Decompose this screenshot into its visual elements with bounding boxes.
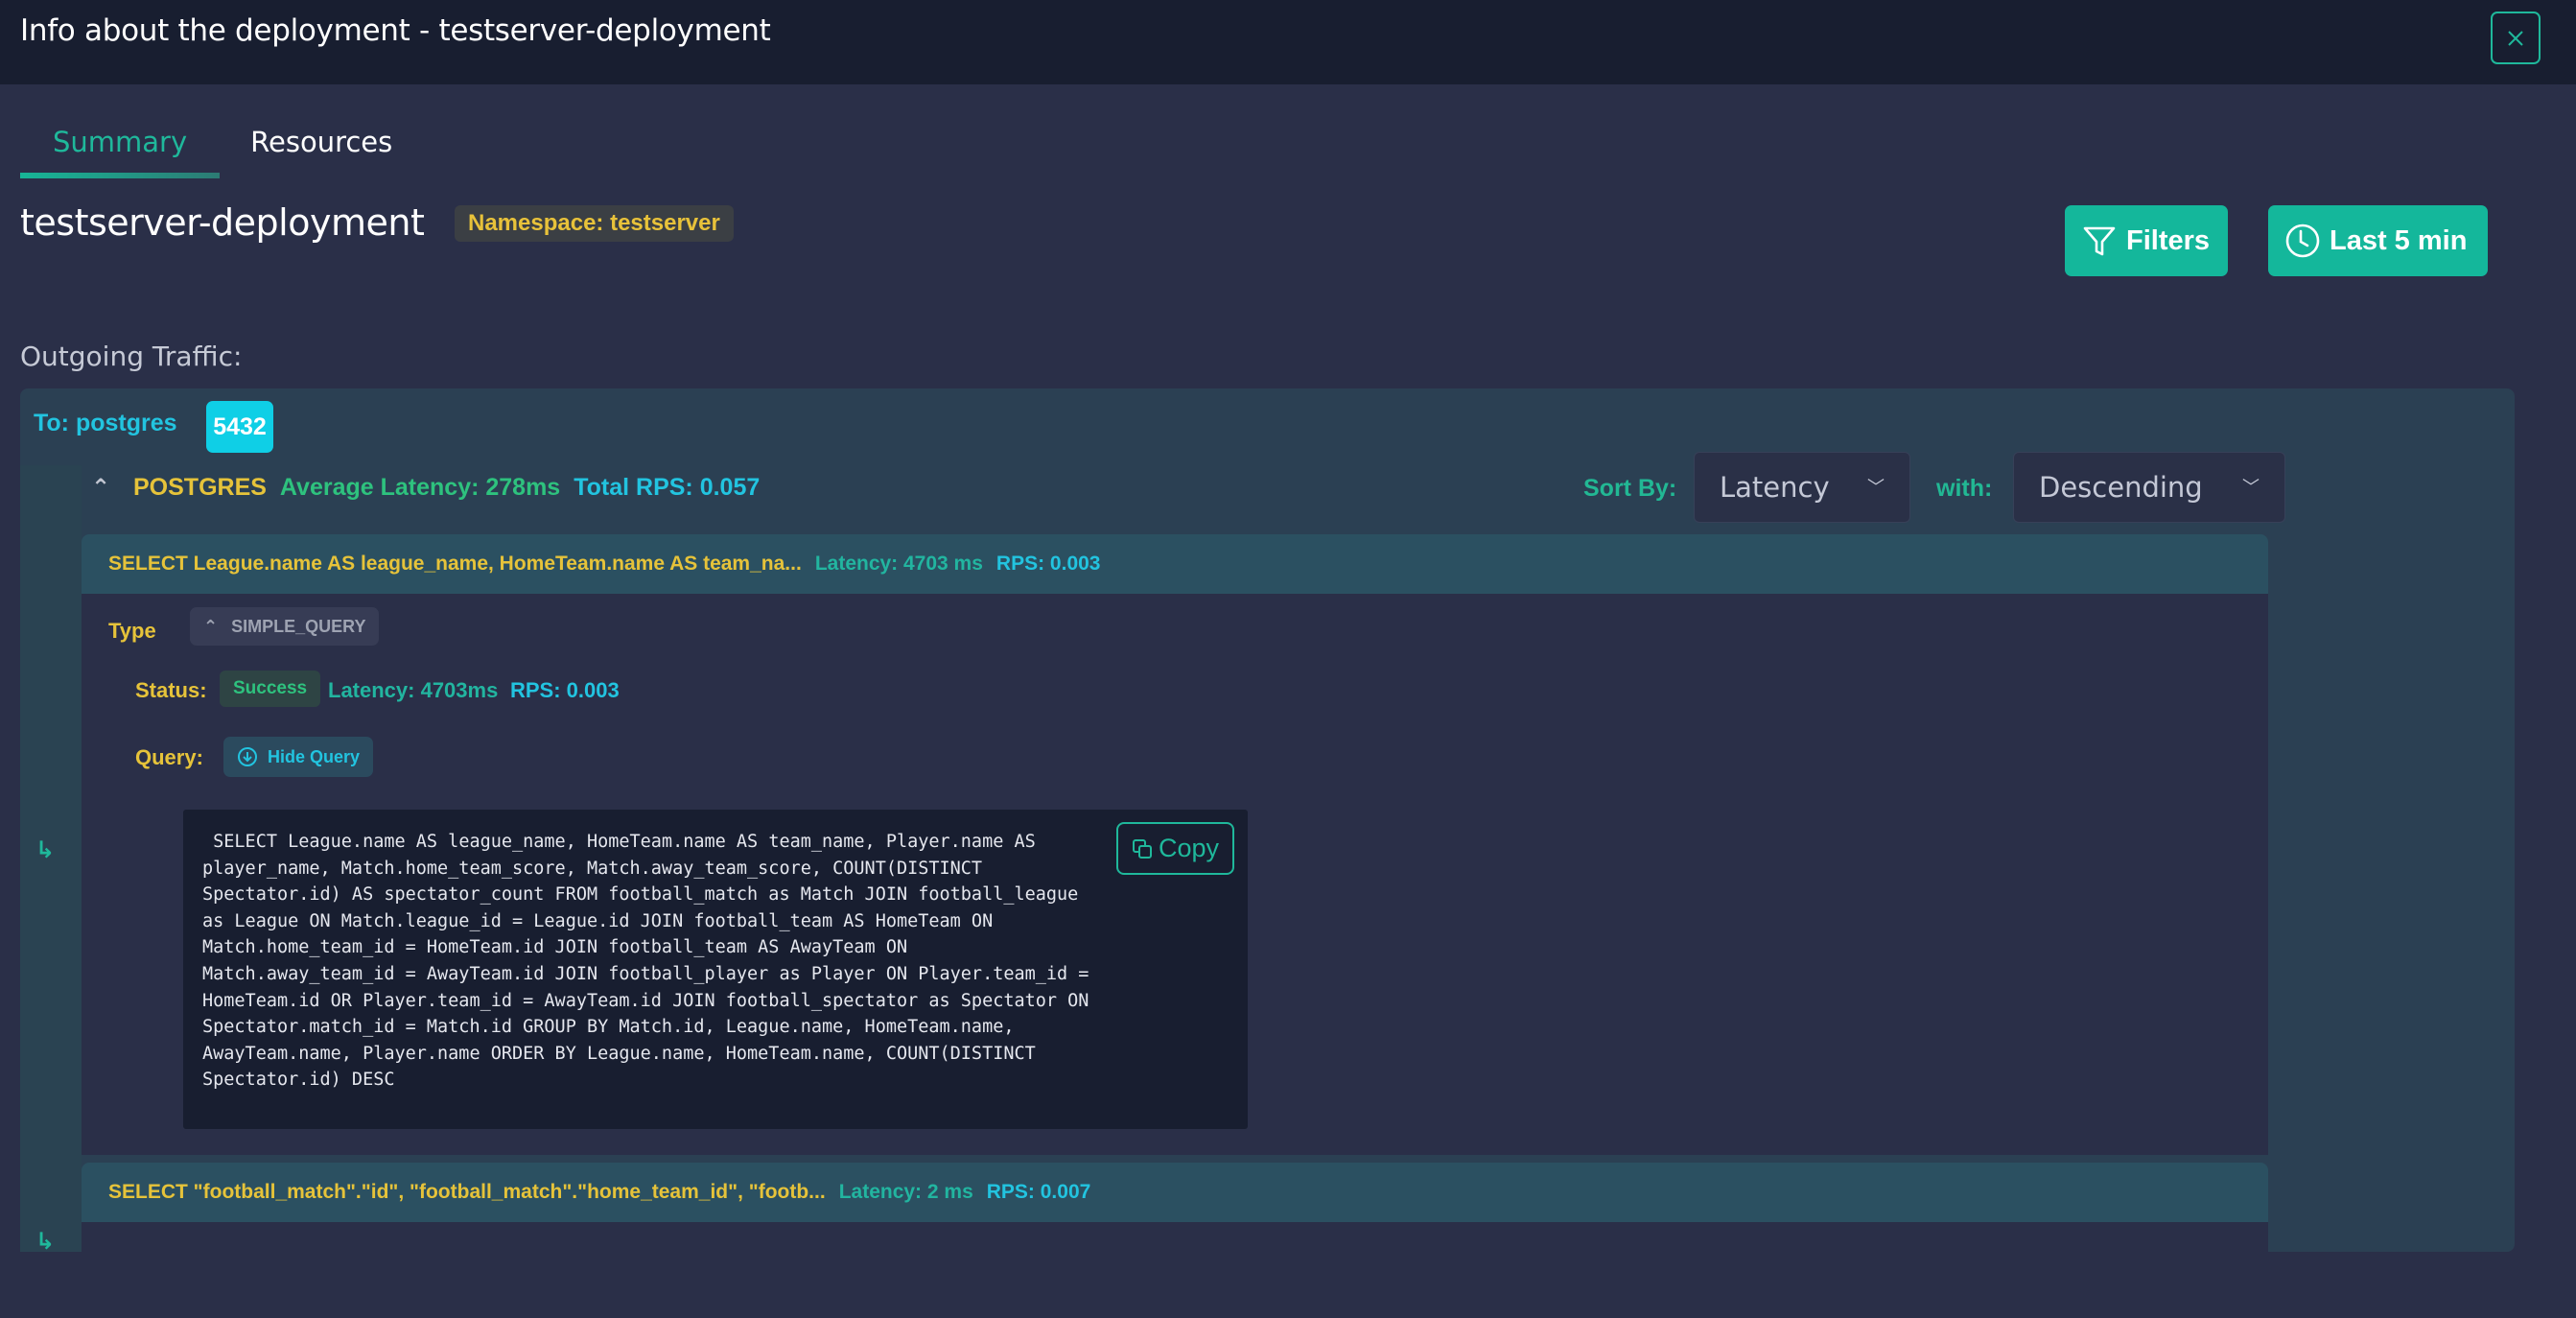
query-item: SELECT "football_match"."id", "football_… xyxy=(82,1163,2268,1318)
outgoing-traffic-heading: Outgoing Traffic: xyxy=(20,341,243,372)
subdirectory-arrow-icon: ↳ xyxy=(35,1229,56,1255)
close-button[interactable] xyxy=(2491,12,2541,64)
query-header[interactable]: SELECT "football_match"."id", "football_… xyxy=(82,1163,2268,1222)
detail-latency: Latency: 4703ms xyxy=(328,678,499,702)
tab-summary[interactable]: Summary xyxy=(20,113,221,178)
query-code-block: SELECT League.name AS league_name, HomeT… xyxy=(183,810,1248,1129)
query-preview: SELECT League.name AS league_name, HomeT… xyxy=(108,553,802,575)
filter-icon xyxy=(2083,226,2116,256)
type-label: Type xyxy=(108,619,156,643)
status-badge: Success xyxy=(220,671,321,707)
order-value: Descending xyxy=(2039,471,2203,504)
query-sql-text: SELECT League.name AS league_name, HomeT… xyxy=(202,832,1089,1091)
filters-label: Filters xyxy=(2126,224,2211,256)
hide-query-label: Hide Query xyxy=(268,746,361,766)
detail-rps: RPS: 0.003 xyxy=(510,678,620,702)
query-label: Query: xyxy=(135,745,203,769)
chevron-down-icon: ﹀ xyxy=(2242,478,2260,498)
tab-bar: Summary Resources xyxy=(20,113,425,178)
type-badge[interactable]: ⌃ SIMPLE_QUERY xyxy=(190,607,380,646)
chevron-up-icon[interactable]: ⌃ xyxy=(82,474,120,502)
copy-icon xyxy=(1132,838,1152,859)
copy-label: Copy xyxy=(1158,834,1220,862)
sort-by-value: Latency xyxy=(1720,471,1830,504)
average-latency: Average Latency: 278ms xyxy=(279,473,561,501)
protocol-row: ⌃ POSTGRES Average Latency: 278ms Total … xyxy=(82,463,760,511)
clock-icon xyxy=(2285,224,2320,258)
query-latency: Latency: 2 ms xyxy=(838,1181,973,1203)
query-preview: SELECT "football_match"."id", "football_… xyxy=(108,1181,826,1203)
query-rps: RPS: 0.007 xyxy=(986,1181,1091,1203)
namespace-badge: Namespace: testserver xyxy=(455,205,734,242)
sort-by-select[interactable]: Latency ﹀ xyxy=(1694,452,1910,523)
arrow-down-circle-icon xyxy=(238,747,257,766)
subdirectory-arrow-icon: ↳ xyxy=(35,837,56,863)
modal-header: Info about the deployment - testserver-d… xyxy=(0,0,2576,84)
modal-title: Info about the deployment - testserver-d… xyxy=(20,13,771,48)
hide-query-button[interactable]: Hide Query xyxy=(223,737,374,777)
order-label: with: xyxy=(1936,475,1993,502)
query-details: Type ⌃ SIMPLE_QUERY Status: Success Late… xyxy=(82,594,2268,1155)
time-range-button[interactable]: Last 5 min xyxy=(2268,205,2488,276)
chevron-up-icon: ⌃ xyxy=(203,616,219,636)
query-rail: ↳ ↳ xyxy=(20,465,82,1255)
time-range-label: Last 5 min xyxy=(2330,224,2468,256)
status-label: Status: xyxy=(135,678,207,702)
query-details xyxy=(82,1222,2268,1318)
destination-label: To: postgres xyxy=(34,410,177,436)
tab-resources[interactable]: Resources xyxy=(220,113,425,178)
query-rps: RPS: 0.003 xyxy=(995,553,1101,575)
port-badge: 5432 xyxy=(206,401,273,453)
sort-by-label: Sort By: xyxy=(1583,475,1677,502)
deployment-name: testserver-deployment xyxy=(20,201,425,244)
query-header[interactable]: SELECT League.name AS league_name, HomeT… xyxy=(82,534,2268,594)
chevron-down-icon: ﹀ xyxy=(1867,478,1885,498)
order-select[interactable]: Descending ﹀ xyxy=(2013,452,2285,523)
query-item: SELECT League.name AS league_name, HomeT… xyxy=(82,534,2268,1155)
outgoing-traffic-panel: To: postgres 5432 ↳ ↳ ⌃ POSTGRES Average… xyxy=(20,388,2515,1318)
protocol-name: POSTGRES xyxy=(133,473,267,501)
total-rps: Total RPS: 0.057 xyxy=(574,473,761,501)
filters-button[interactable]: Filters xyxy=(2065,205,2228,276)
query-latency: Latency: 4703 ms xyxy=(814,553,983,575)
close-icon xyxy=(2508,30,2523,46)
type-value: SIMPLE_QUERY xyxy=(231,616,366,636)
copy-button[interactable]: Copy xyxy=(1116,822,1234,875)
